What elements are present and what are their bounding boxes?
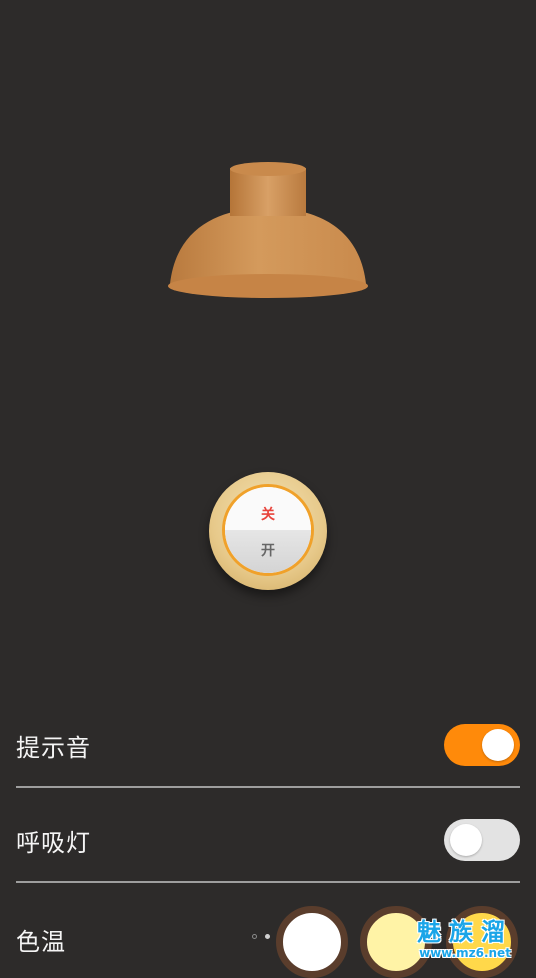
watermark-url: www.mz6.net: [419, 946, 511, 960]
divider: [16, 881, 520, 883]
power-switch[interactable]: 关 开: [209, 472, 327, 590]
page-dot: [252, 934, 257, 939]
switch-on-half[interactable]: 开: [225, 530, 311, 573]
setting-label-breathing-light: 呼吸灯: [16, 828, 91, 857]
setting-row-breathing-light: 呼吸灯: [16, 793, 520, 887]
sound-toggle[interactable]: [444, 724, 520, 766]
page-dot-active: [265, 934, 270, 939]
power-switch-face[interactable]: 关 开: [222, 484, 314, 576]
divider: [16, 786, 520, 788]
toggle-thumb: [450, 824, 482, 856]
breathing-light-toggle[interactable]: [444, 819, 520, 861]
watermark-logo: 魅族溜 www.mz6.net: [400, 918, 530, 966]
lamp-shade-illustration: [168, 162, 368, 298]
switch-on-label: 开: [261, 543, 275, 559]
watermark-main: 魅族溜: [417, 918, 513, 946]
switch-off-label: 关: [261, 507, 275, 523]
switch-off-half[interactable]: 关: [225, 487, 311, 530]
setting-label-color-temp: 色温: [16, 928, 66, 956]
setting-label-sound: 提示音: [16, 733, 91, 762]
setting-row-sound: 提示音: [16, 698, 520, 792]
color-swatch-white[interactable]: [276, 906, 348, 978]
toggle-thumb: [482, 729, 514, 761]
